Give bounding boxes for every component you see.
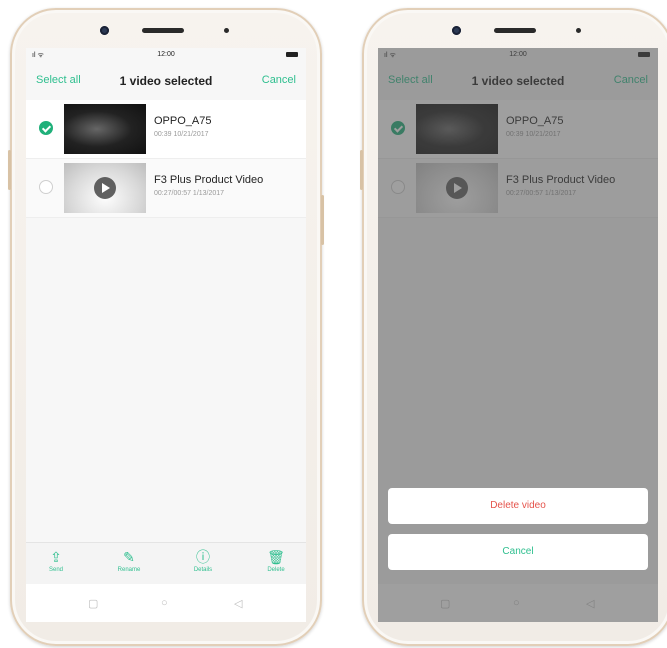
phone-left: ıl ᯤ 12:00 Select all 1 video selected C… <box>8 8 324 646</box>
rename-label: Rename <box>117 567 141 573</box>
power-button <box>321 195 324 245</box>
earpiece-speaker <box>494 28 536 33</box>
details-label: Details <box>193 567 213 573</box>
status-bar: ıl ᯤ 12:00 <box>26 48 306 62</box>
recents-icon[interactable]: ▢ <box>88 597 98 610</box>
checkbox-unchecked[interactable] <box>39 180 53 194</box>
front-camera <box>100 26 109 35</box>
checkbox-checked[interactable] <box>39 121 53 135</box>
delete-label: Delete <box>267 567 285 573</box>
send-label: Send <box>48 567 63 573</box>
delete-button[interactable]: 🗑 Delete <box>256 549 296 573</box>
earpiece-speaker <box>142 28 184 33</box>
proximity-sensor <box>576 28 581 33</box>
rename-button[interactable]: ✎ Rename <box>109 549 149 573</box>
home-icon[interactable]: ○ <box>161 597 168 609</box>
front-camera <box>452 26 461 35</box>
info-icon: ⓘ <box>196 549 210 565</box>
status-time: 12:00 <box>157 51 175 58</box>
video-title: OPPO_A75 <box>154 115 212 127</box>
system-nav-bar: ▢ ○ ◁ <box>26 584 306 622</box>
battery-icon <box>286 52 298 57</box>
proximity-sensor <box>224 28 229 33</box>
play-icon <box>94 177 116 199</box>
screen-selection: ıl ᯤ 12:00 Select all 1 video selected C… <box>26 48 306 622</box>
video-list: OPPO_A75 00:39 10/21/2017 F3 Plus Produc… <box>26 100 306 218</box>
delete-video-button[interactable]: Delete video <box>388 488 648 524</box>
volume-button <box>360 150 363 190</box>
share-icon: ⇪ <box>50 549 62 565</box>
screen-delete-dialog: ıl ᯤ 12:00 Select all 1 video selected C… <box>378 48 658 622</box>
video-meta: 00:27/00:57 1/13/2017 <box>154 190 225 197</box>
phone-top-bezel <box>364 10 667 46</box>
phone-top-bezel <box>12 10 320 46</box>
back-icon[interactable]: ◁ <box>234 597 242 610</box>
video-meta: 00:39 10/21/2017 <box>154 131 209 138</box>
volume-button <box>8 150 11 190</box>
details-button[interactable]: ⓘ Details <box>183 549 223 573</box>
video-thumbnail <box>64 163 146 213</box>
trash-icon: 🗑 <box>267 549 285 565</box>
bottom-toolbar: ⇪ Send ✎ Rename ⓘ Details 🗑 Delete <box>26 542 306 585</box>
send-button[interactable]: ⇪ Send <box>36 549 76 573</box>
selection-header: Select all 1 video selected Cancel <box>26 62 306 98</box>
dialog-cancel-button[interactable]: Cancel <box>388 534 648 570</box>
video-title: F3 Plus Product Video <box>154 174 264 186</box>
phone-right: ıl ᯤ 12:00 Select all 1 video selected C… <box>360 8 667 646</box>
list-item[interactable]: OPPO_A75 00:39 10/21/2017 <box>26 100 306 159</box>
cancel-button[interactable]: Cancel <box>262 74 296 86</box>
video-thumbnail <box>64 104 146 154</box>
pencil-icon: ✎ <box>123 549 135 565</box>
list-item[interactable]: F3 Plus Product Video 00:27/00:57 1/13/2… <box>26 159 306 218</box>
